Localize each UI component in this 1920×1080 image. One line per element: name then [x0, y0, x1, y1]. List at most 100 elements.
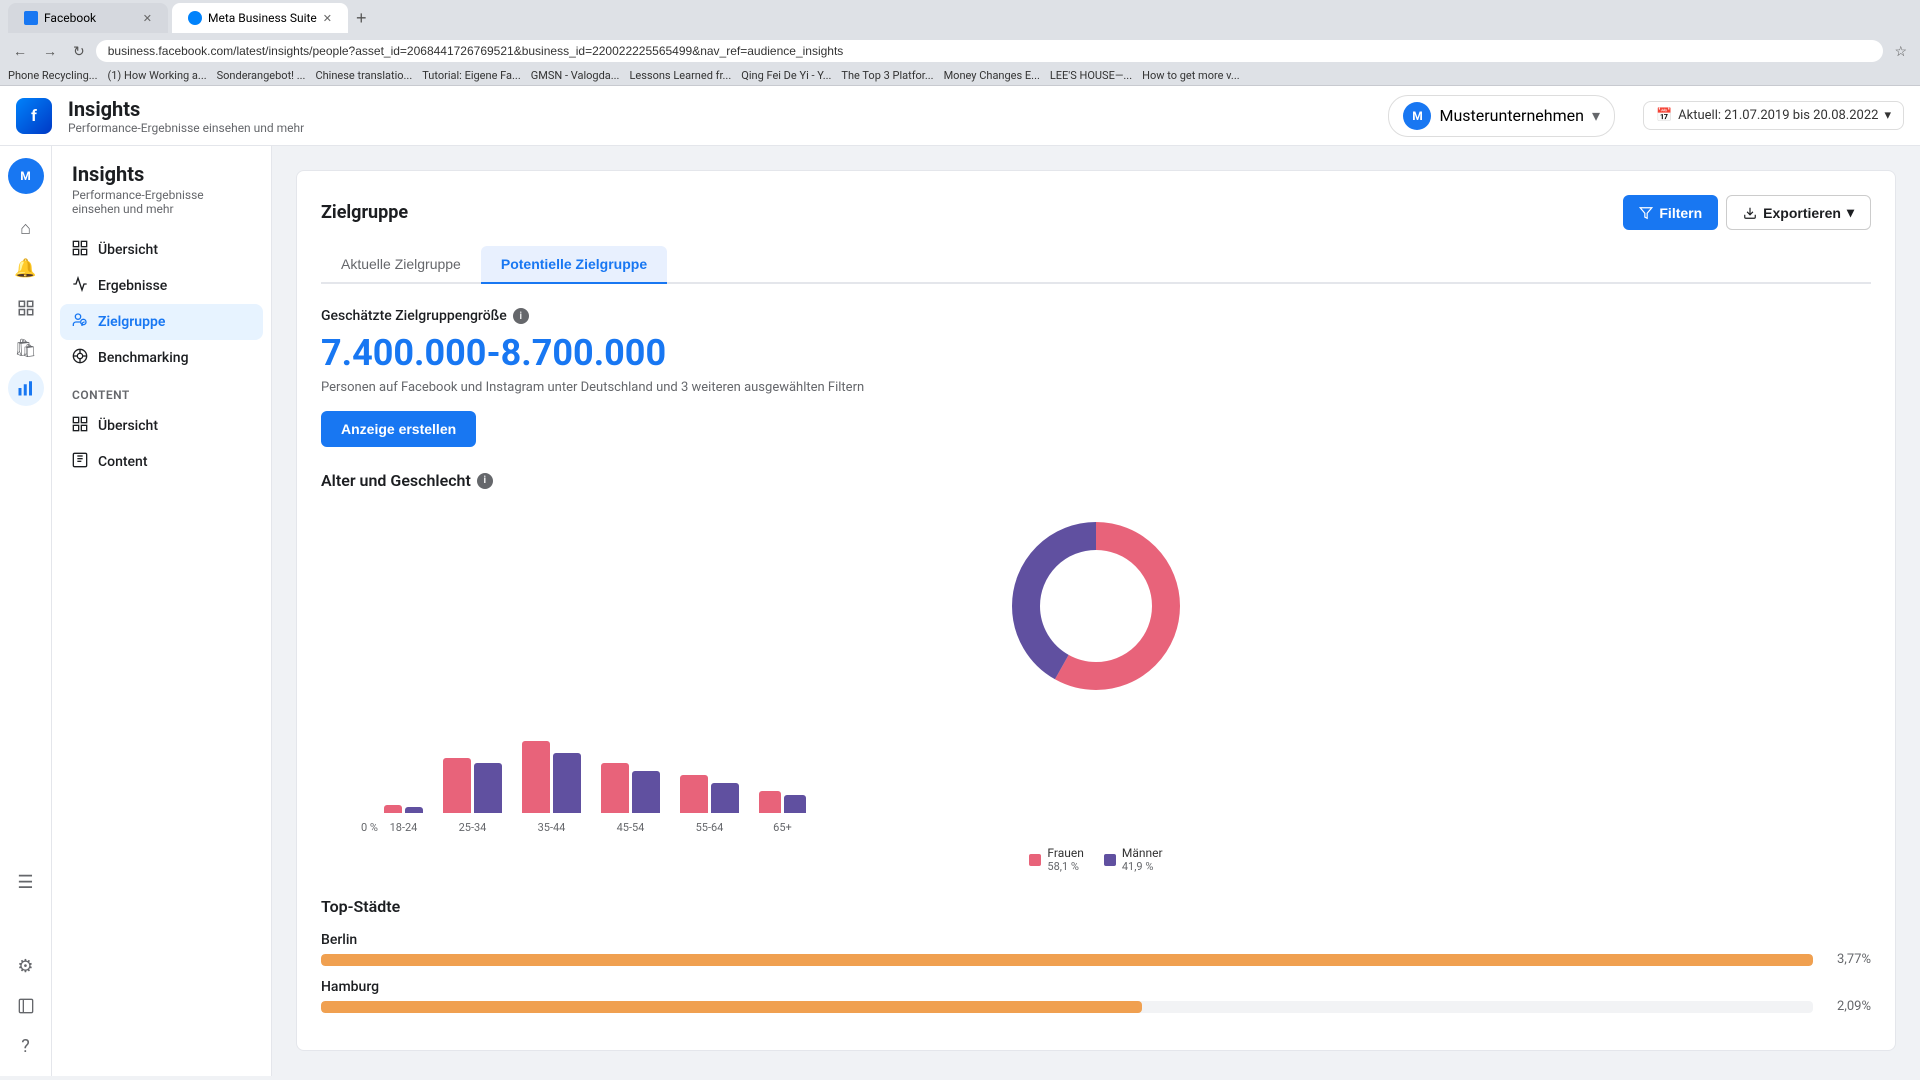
bookmark-4[interactable]: Chinese translatio...	[315, 69, 412, 82]
export-chevron-icon: ▾	[1847, 204, 1854, 221]
company-selector[interactable]: M Musterunternehmen ▾	[1388, 95, 1615, 137]
results-icon	[72, 276, 88, 296]
city-berlin: Berlin 3,77%	[321, 932, 1871, 967]
age-group-18-24: 18-24	[384, 805, 423, 834]
content-overview-icon	[72, 416, 88, 436]
tab-facebook[interactable]: Facebook ✕	[8, 3, 168, 33]
donut-chart	[996, 506, 1196, 706]
frauen-pct: 58,1 %	[1047, 860, 1083, 873]
tab-meta-label: Meta Business Suite	[208, 11, 317, 25]
bookmark-10[interactable]: Money Changes E...	[944, 69, 1040, 82]
tab-facebook-close[interactable]: ✕	[143, 12, 152, 25]
content-icon	[72, 452, 88, 472]
burger-menu-icon-btn[interactable]: ☰	[8, 864, 44, 900]
left-icon-rail: M ⌂ 🔔 🛍 ☰ ⚙ ?	[0, 146, 52, 1076]
settings-icon-btn[interactable]: ⚙	[8, 948, 44, 984]
tab-potentielle-label: Potentielle Zielgruppe	[501, 256, 647, 272]
age-label-18-24: 18-24	[390, 821, 418, 834]
bookmark-11[interactable]: LEE'S HOUSE—...	[1050, 69, 1132, 82]
age-gender-text: Alter und Geschlecht	[321, 471, 471, 490]
tab-potentielle[interactable]: Potentielle Zielgruppe	[481, 246, 667, 284]
pages-icon-btn[interactable]	[8, 290, 44, 326]
bar-maenner-35-44	[553, 753, 581, 813]
age-group-65plus: 65+	[759, 791, 806, 834]
estimated-size-label-row: Geschätzte Zielgruppengröße i	[321, 308, 1871, 324]
zielgruppe-title: Zielgruppe	[321, 202, 408, 223]
user-avatar-icon[interactable]: M	[8, 158, 44, 194]
refresh-button[interactable]: ↻	[68, 41, 90, 62]
nav-title: Insights	[72, 162, 251, 186]
date-range-selector[interactable]: 📅 Aktuell: 21.07.2019 bis 20.08.2022 ▾	[1643, 101, 1904, 130]
meta-logo: f	[16, 98, 52, 134]
analytics-icon-btn[interactable]	[8, 370, 44, 406]
sidebar-item-content-overview-label: Übersicht	[98, 418, 158, 434]
filter-button-label: Filtern	[1659, 205, 1702, 221]
company-dropdown-icon: ▾	[1592, 106, 1600, 125]
nav-subtitle: Performance-Ergebnisse einsehen und mehr	[72, 188, 251, 216]
city-hamburg-bar-row: 2,09%	[321, 999, 1871, 1014]
meta-favicon	[188, 11, 202, 25]
sidebar-item-results[interactable]: Ergebnisse	[60, 268, 263, 304]
company-name: Musterunternehmen	[1439, 106, 1583, 125]
age-gender-section-label: Alter und Geschlecht i	[321, 471, 1871, 490]
bookmark-6[interactable]: GMSN - Valogda...	[531, 69, 620, 82]
bookmark-8[interactable]: Qing Fei De Yi - Y...	[741, 69, 831, 82]
help-icon-btn[interactable]: ?	[8, 1028, 44, 1064]
new-tab-button[interactable]: +	[356, 8, 367, 29]
bookmark-1[interactable]: Phone Recycling...	[8, 69, 97, 82]
tab-aktuelle[interactable]: Aktuelle Zielgruppe	[321, 246, 481, 284]
date-chevron-icon: ▾	[1884, 108, 1891, 123]
bookmark-5[interactable]: Tutorial: Eigene Fa...	[422, 69, 521, 82]
url-bar[interactable]	[96, 40, 1884, 62]
export-button[interactable]: Exportieren ▾	[1726, 195, 1871, 230]
age-gender-info-icon[interactable]: i	[477, 473, 493, 489]
panel-icon-btn[interactable]	[8, 988, 44, 1024]
sidebar-item-audience[interactable]: Zielgruppe	[60, 304, 263, 340]
age-label-25-34: 25-34	[459, 821, 487, 834]
benchmarking-icon	[72, 348, 88, 368]
age-group-45-54: 45-54	[601, 763, 660, 834]
frauen-label: Frauen	[1047, 846, 1083, 860]
bookmark-7[interactable]: Lessons Learned fr...	[629, 69, 731, 82]
tab-meta[interactable]: Meta Business Suite ✕	[172, 3, 348, 33]
create-ad-button[interactable]: Anzeige erstellen	[321, 411, 476, 447]
estimated-size-description: Personen auf Facebook und Instagram unte…	[321, 380, 1871, 395]
filter-button[interactable]: Filtern	[1623, 195, 1718, 230]
bookmark-2[interactable]: (1) How Working a...	[107, 69, 206, 82]
city-berlin-bar-bg	[321, 954, 1813, 966]
bookmark-button[interactable]: ☆	[1889, 41, 1912, 62]
audience-icon	[72, 312, 88, 332]
city-berlin-pct: 3,77%	[1823, 952, 1871, 967]
bar-frauen-18-24	[384, 805, 402, 813]
maenner-legend-dot	[1104, 854, 1116, 866]
top-cities-title: Top-Städte	[321, 897, 1871, 916]
forward-button[interactable]: →	[38, 41, 62, 61]
sidebar-item-overview[interactable]: Übersicht	[60, 232, 263, 268]
bar-maenner-18-24	[405, 807, 423, 813]
bookmark-9[interactable]: The Top 3 Platfor...	[841, 69, 933, 82]
city-hamburg: Hamburg 2,09%	[321, 979, 1871, 1014]
tab-meta-close[interactable]: ✕	[323, 12, 332, 25]
age-label-35-44: 35-44	[538, 821, 566, 834]
back-button[interactable]: ←	[8, 41, 32, 61]
sidebar-item-content[interactable]: Content	[60, 444, 263, 480]
bookmark-12[interactable]: How to get more v...	[1142, 69, 1240, 82]
bookmarks-bar: Phone Recycling... (1) How Working a... …	[0, 66, 1920, 86]
city-hamburg-pct: 2,09%	[1823, 999, 1871, 1014]
estimated-size-text: Geschätzte Zielgruppengröße	[321, 308, 507, 324]
sidebar-item-content-overview[interactable]: Übersicht	[60, 408, 263, 444]
city-berlin-label: Berlin	[321, 932, 1871, 948]
maenner-label: Männer	[1122, 846, 1163, 860]
bar-maenner-65plus	[784, 795, 806, 813]
nav-header: Insights Performance-Ergebnisse einsehen…	[60, 162, 263, 232]
facebook-favicon	[24, 11, 38, 25]
bookmark-3[interactable]: Sonderangebot! ...	[217, 69, 306, 82]
notifications-icon-btn[interactable]: 🔔	[8, 250, 44, 286]
estimated-size-info-icon[interactable]: i	[513, 308, 529, 324]
age-group-55-64: 55-64	[680, 775, 739, 834]
sidebar-item-benchmarking[interactable]: Benchmarking	[60, 340, 263, 376]
shop-icon-btn[interactable]: 🛍	[8, 330, 44, 366]
maenner-pct: 41,9 %	[1122, 860, 1163, 873]
age-group-35-44: 35-44	[522, 741, 581, 834]
home-icon-btn[interactable]: ⌂	[8, 210, 44, 246]
